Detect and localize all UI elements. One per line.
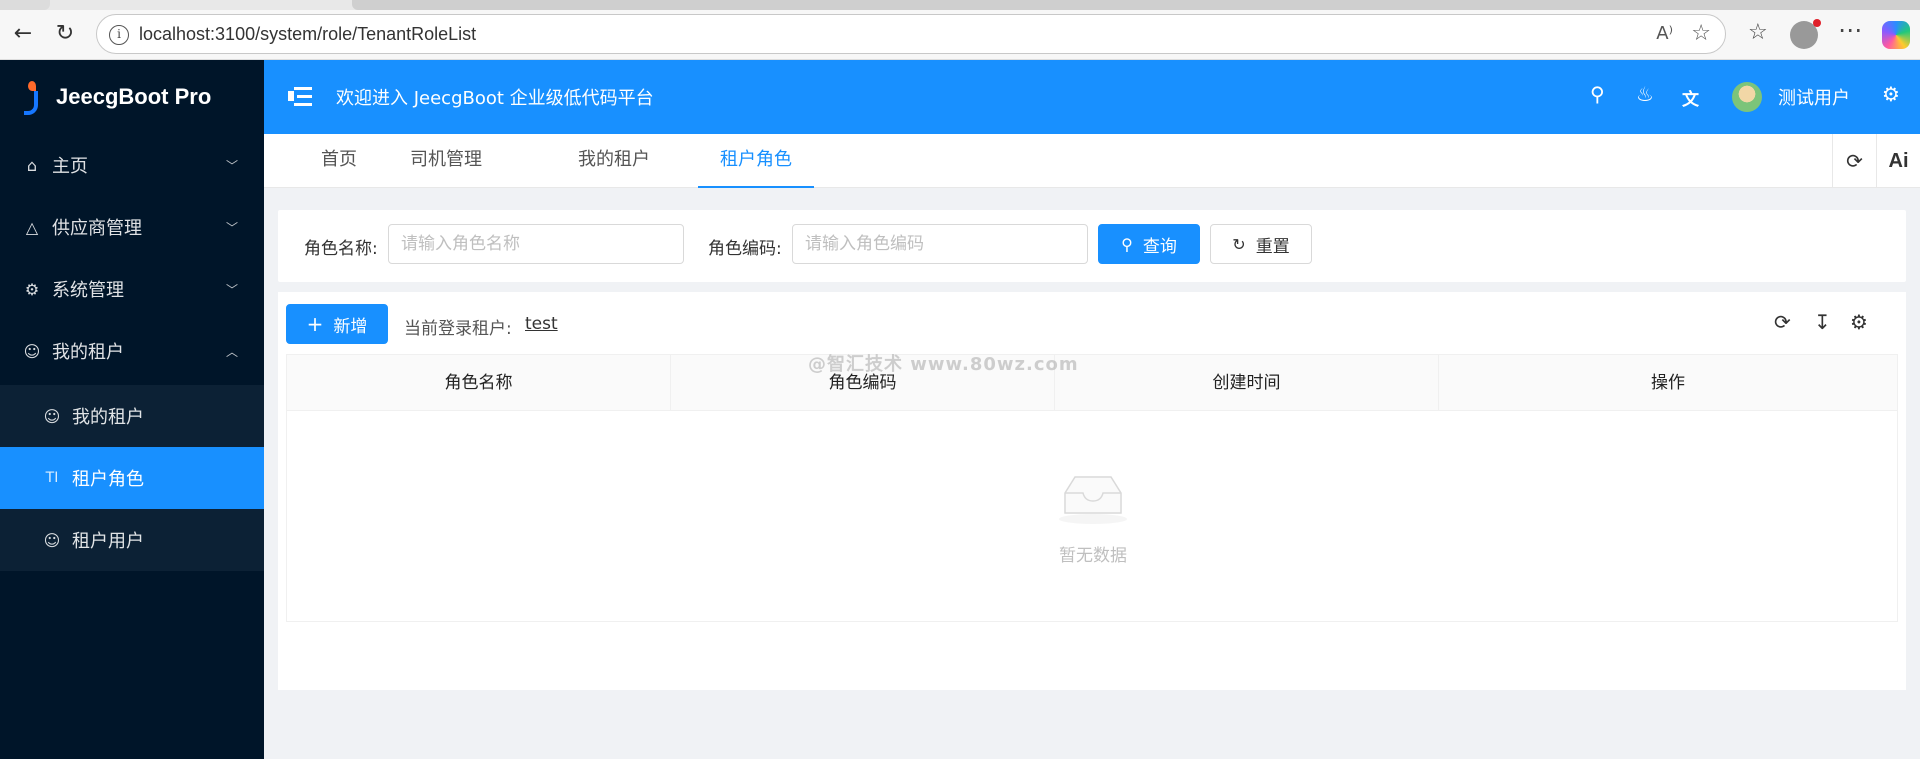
favorites-bar-icon[interactable]: ☆	[1748, 20, 1768, 45]
settings-icon[interactable]: ⚙	[1882, 82, 1900, 106]
user-icon: ☺	[43, 530, 61, 550]
refresh-icon[interactable]: ↻	[50, 18, 80, 48]
column-header[interactable]: 操作	[1439, 355, 1897, 411]
browser-toolbar: ← ↻ i localhost:3100/system/role/TenantR…	[0, 0, 1920, 60]
sidebar-item-home[interactable]: ⌂ 主页 ﹀	[0, 134, 264, 196]
chevron-up-icon: ︿	[225, 344, 238, 359]
ai-button[interactable]: Ai	[1876, 134, 1920, 188]
sidebar-item-my-tenant[interactable]: ☺ 我的租户 ︿	[0, 320, 264, 382]
current-tenant-value[interactable]: test	[525, 314, 558, 334]
refresh-icon[interactable]: ⟳	[1832, 134, 1876, 188]
sidebar: JeecgBoot Pro ⌂ 主页 ﹀ △ 供应商管理 ﹀ ⚙ 系统管理 ﹀ …	[0, 60, 264, 759]
sidebar-item-label: 主页	[52, 156, 88, 177]
column-header[interactable]: 创建时间	[1055, 355, 1439, 411]
tab-my-tenant[interactable]: 我的租户	[564, 134, 664, 188]
gear-icon: ⚙	[24, 279, 40, 299]
empty-inbox-icon	[1059, 476, 1127, 524]
home-icon: ⌂	[26, 155, 38, 175]
more-icon[interactable]: ⋯	[1838, 16, 1862, 44]
translate-icon[interactable]: 文	[1682, 85, 1699, 110]
profile-icon[interactable]	[1790, 19, 1821, 49]
browser-tab[interactable]	[0, 0, 50, 10]
avatar[interactable]	[1732, 82, 1762, 112]
favorite-icon[interactable]: ☆	[1691, 21, 1711, 46]
supplier-icon: △	[25, 217, 39, 237]
chevron-down-icon: ﹀	[225, 220, 238, 235]
search-icon[interactable]: ⚲	[1590, 82, 1605, 106]
logo-icon	[18, 81, 42, 115]
query-button-label: 查询	[1142, 236, 1177, 257]
top-header: 欢迎进入 JeecgBoot 企业级低代码平台 ⚲ ♨ 文 测试用户 ⚙	[264, 60, 1920, 134]
sidebar-item-label: 租户用户	[72, 531, 144, 552]
plus-icon: +	[306, 312, 324, 336]
user-name[interactable]: 测试用户	[1778, 84, 1850, 110]
table-header: 角色名称 角色编码 创建时间 操作	[287, 355, 1897, 411]
role-name-input[interactable]	[388, 224, 684, 264]
current-tenant-label: 当前登录租户:	[404, 319, 512, 339]
sidebar-item-label: 我的租户	[72, 407, 144, 428]
menu-fold-icon[interactable]	[288, 86, 312, 108]
sidebar-subitem-tenant-user[interactable]: ☺ 租户用户	[0, 509, 264, 571]
logo-text: JeecgBoot Pro	[56, 84, 212, 109]
role-name-label: 角色名称:	[304, 239, 378, 259]
sidebar-item-label: 系统管理	[52, 280, 124, 301]
sidebar-item-label: 供应商管理	[52, 218, 142, 239]
search-icon: ⚲	[1121, 234, 1133, 254]
column-header[interactable]: 角色名称	[287, 355, 671, 411]
url-text[interactable]: localhost:3100/system/role/TenantRoleLis…	[139, 24, 476, 45]
table-refresh-icon[interactable]: ⟳	[1774, 310, 1791, 334]
address-bar[interactable]: i localhost:3100/system/role/TenantRoleL…	[96, 14, 1726, 54]
add-button-label: 新增	[333, 316, 368, 337]
copilot-icon[interactable]	[1882, 21, 1910, 49]
reset-button-label: 重置	[1255, 236, 1290, 257]
logo[interactable]: JeecgBoot Pro	[0, 60, 264, 134]
info-icon[interactable]: i	[109, 25, 129, 45]
role-table: 角色名称 角色编码 创建时间 操作 暂无数据	[286, 354, 1898, 622]
column-height-icon[interactable]: ↧	[1814, 310, 1831, 334]
chevron-down-icon: ﹀	[225, 158, 238, 173]
back-icon[interactable]: ←	[8, 18, 38, 48]
text-icon: TI	[45, 470, 59, 486]
tab-bar: 首页 司机管理 我的租户 租户角色 ⟳ Ai	[264, 134, 1920, 188]
app-shell: JeecgBoot Pro ⌂ 主页 ﹀ △ 供应商管理 ﹀ ⚙ 系统管理 ﹀ …	[0, 60, 1920, 759]
sidebar-item-supplier[interactable]: △ 供应商管理 ﹀	[0, 196, 264, 258]
role-code-input[interactable]	[792, 224, 1088, 264]
sidebar-subitem-my-tenant[interactable]: ☺ 我的租户	[0, 385, 264, 447]
add-button[interactable]: + 新增	[286, 304, 388, 344]
chevron-down-icon: ﹀	[225, 282, 238, 297]
sidebar-item-system[interactable]: ⚙ 系统管理 ﹀	[0, 258, 264, 320]
user-icon: ☺	[23, 341, 41, 361]
read-aloud-icon[interactable]: A⁾	[1656, 23, 1673, 44]
tab-tenant-role[interactable]: 租户角色	[698, 134, 814, 188]
role-code-label: 角色编码:	[708, 239, 782, 259]
welcome-text: 欢迎进入 JeecgBoot 企业级低代码平台	[336, 88, 654, 109]
user-icon: ☺	[43, 406, 61, 426]
tab-driver-management[interactable]: 司机管理	[396, 134, 496, 188]
browser-tab-strip	[0, 0, 1920, 10]
watermark: @智汇技术 www.80wz.com	[808, 354, 1079, 375]
table-card: + 新增 当前登录租户: test ⟳ ↧ ⚙ 角色名称 角色编码 创建时间 操…	[278, 292, 1906, 690]
empty-text: 暂无数据	[1059, 546, 1127, 566]
tab-home[interactable]: 首页	[304, 134, 374, 188]
search-form: 角色名称: 角色编码: ⚲ 查询 ↻ 重置	[278, 210, 1906, 282]
table-settings-icon[interactable]: ⚙	[1850, 310, 1868, 334]
query-button[interactable]: ⚲ 查询	[1098, 224, 1200, 264]
reset-icon: ↻	[1232, 234, 1246, 254]
sidebar-subitem-tenant-role[interactable]: TI 租户角色	[0, 447, 264, 509]
reset-button[interactable]: ↻ 重置	[1210, 224, 1312, 264]
sidebar-item-label: 租户角色	[72, 469, 144, 490]
sidebar-item-label: 我的租户	[52, 342, 124, 363]
browser-tab[interactable]	[352, 0, 1920, 10]
bell-icon[interactable]: ♨	[1636, 82, 1654, 106]
